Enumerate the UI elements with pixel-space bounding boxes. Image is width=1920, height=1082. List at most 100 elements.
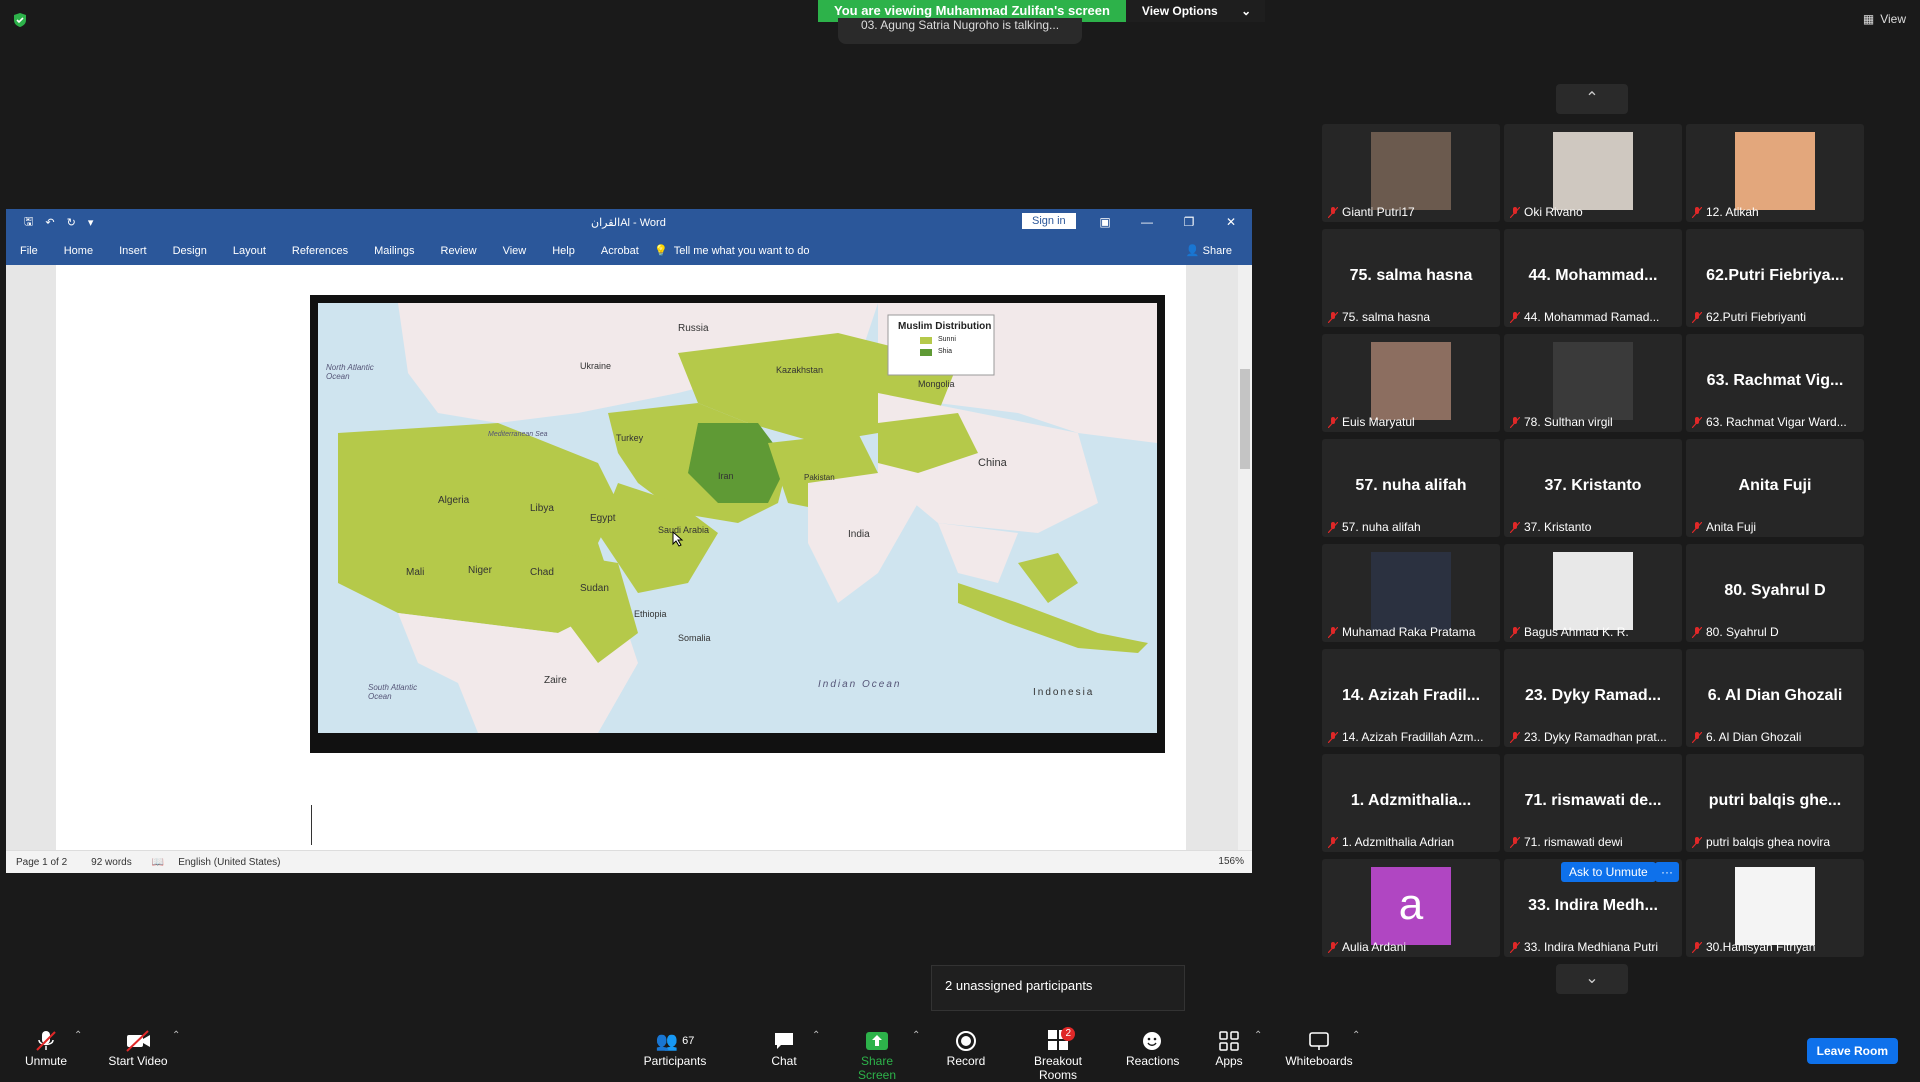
- document-page[interactable]: Muslim Distribution Sunni Shia Russia Ka…: [56, 265, 1186, 851]
- participant-display-name: putri balqis ghe...: [1708, 792, 1842, 809]
- word-count[interactable]: 92 words: [91, 857, 132, 868]
- participant-tile[interactable]: 30.Hanisyah Fitriyah: [1686, 859, 1864, 957]
- minimize-icon[interactable]: —: [1126, 209, 1168, 236]
- participant-name-label: putri balqis ghea novira: [1692, 835, 1830, 849]
- language-label[interactable]: English (United States): [178, 857, 280, 868]
- participant-tile[interactable]: 80. Syahrul D 80. Syahrul D: [1686, 544, 1864, 642]
- gallery-page-up-button[interactable]: ⌃: [1556, 84, 1628, 114]
- ask-to-unmute-button[interactable]: Ask to Unmute: [1561, 862, 1656, 882]
- whiteboards-button[interactable]: Whiteboards: [1284, 1028, 1354, 1068]
- tab-references[interactable]: References: [292, 245, 348, 257]
- record-button[interactable]: Record: [946, 1028, 986, 1068]
- participant-name-label: 78. Sulthan virgil: [1510, 415, 1613, 429]
- participant-display-name: 23. Dyky Ramad...: [1524, 687, 1662, 704]
- participant-tile[interactable]: 6. Al Dian Ghozali 6. Al Dian Ghozali: [1686, 649, 1864, 747]
- participant-tile[interactable]: Anita Fuji Anita Fuji: [1686, 439, 1864, 537]
- chat-button[interactable]: Chat: [766, 1028, 802, 1068]
- apps-options-caret[interactable]: ⌃: [1254, 1030, 1262, 1041]
- participant-name-label: 23. Dyky Ramadhan prat...: [1510, 730, 1667, 744]
- participant-tile[interactable]: 71. rismawati de... 71. rismawati dewi: [1504, 754, 1682, 852]
- participant-tile[interactable]: 57. nuha alifah 57. nuha alifah: [1322, 439, 1500, 537]
- participant-tile[interactable]: Euis Maryatul: [1322, 334, 1500, 432]
- video-thumbnail: [1553, 342, 1633, 420]
- microphone-muted-icon: [1692, 836, 1702, 848]
- map-label: Mali: [406, 567, 425, 578]
- map-label: Chad: [530, 567, 554, 578]
- share-button[interactable]: 👤 Share: [1186, 244, 1232, 257]
- participant-tile[interactable]: 62.Putri Fiebriya... 62.Putri Fiebriyanti: [1686, 229, 1864, 327]
- participant-name: 75. salma hasna: [1342, 310, 1431, 324]
- save-icon[interactable]: 🖫: [24, 213, 33, 232]
- tab-design[interactable]: Design: [173, 245, 207, 257]
- participant-name: 14. Azizah Fradillah Azm...: [1342, 730, 1484, 744]
- undo-icon[interactable]: ↶: [45, 216, 54, 229]
- participants-button[interactable]: 👥 67 Participants: [640, 1028, 710, 1069]
- view-options-button[interactable]: View Options ⌄: [1125, 0, 1266, 22]
- breakout-rooms-button[interactable]: 2 Breakout Rooms: [1014, 1026, 1102, 1082]
- proofing-icon[interactable]: 📖: [152, 857, 164, 868]
- participant-tile[interactable]: 23. Dyky Ramad... 23. Dyky Ramadhan prat.…: [1504, 649, 1682, 747]
- participant-tile[interactable]: 12. Atikah: [1686, 124, 1864, 222]
- participant-name-label: 33. Indira Medhiana Putri: [1510, 940, 1658, 954]
- tab-mailings[interactable]: Mailings: [374, 245, 414, 257]
- microphone-muted-icon: [1692, 521, 1702, 533]
- restore-icon[interactable]: ❐: [1168, 209, 1210, 236]
- reactions-button[interactable]: Reactions: [1126, 1028, 1179, 1068]
- leave-room-button[interactable]: Leave Room: [1806, 1038, 1898, 1064]
- tab-insert[interactable]: Insert: [119, 245, 147, 257]
- map-label: Pakistan: [804, 473, 835, 482]
- whiteboard-options-caret[interactable]: ⌃: [1352, 1030, 1360, 1041]
- participant-tile[interactable]: putri balqis ghe... putri balqis ghea nov…: [1686, 754, 1864, 852]
- participant-tile[interactable]: 1. Adzmithalia... 1. Adzmithalia Adrian: [1322, 754, 1500, 852]
- security-shield-icon[interactable]: [12, 12, 28, 28]
- participant-tile[interactable]: 44. Mohammad... 44. Mohammad Ramad...: [1504, 229, 1682, 327]
- video-thumbnail: [1553, 552, 1633, 630]
- start-video-button[interactable]: Start Video: [106, 1028, 170, 1068]
- tab-view[interactable]: View: [503, 245, 527, 257]
- audio-options-caret[interactable]: ⌃: [74, 1030, 82, 1041]
- sign-in-button[interactable]: Sign in: [1022, 213, 1076, 229]
- tab-acrobat[interactable]: Acrobat: [601, 245, 639, 257]
- view-button[interactable]: ▦ View: [1863, 12, 1906, 26]
- gallery-page-down-button[interactable]: ⌄: [1556, 964, 1628, 994]
- tab-help[interactable]: Help: [552, 245, 575, 257]
- ribbon-display-icon[interactable]: ▣: [1084, 209, 1126, 236]
- participant-tile[interactable]: Oki Rivano: [1504, 124, 1682, 222]
- participant-tile[interactable]: 63. Rachmat Vig... 63. Rachmat Vigar Ward…: [1686, 334, 1864, 432]
- page-count[interactable]: Page 1 of 2: [16, 857, 67, 868]
- vertical-scrollbar[interactable]: [1238, 265, 1252, 851]
- scroll-thumb[interactable]: [1240, 369, 1250, 469]
- share-screen-button[interactable]: Share Screen: [842, 1028, 912, 1082]
- participant-name: 63. Rachmat Vigar Ward...: [1706, 415, 1847, 429]
- legend-item-sunni: Sunni: [938, 336, 956, 343]
- map-label: Libya: [530, 503, 554, 514]
- participant-tile[interactable]: a Aulia Ardani: [1322, 859, 1500, 957]
- participant-tile[interactable]: 37. Kristanto 37. Kristanto: [1504, 439, 1682, 537]
- participant-tile[interactable]: Bagus Ahmad K. R.: [1504, 544, 1682, 642]
- chat-options-caret[interactable]: ⌃: [812, 1030, 820, 1041]
- customize-toolbar-icon[interactable]: ▾: [88, 216, 94, 229]
- participant-tile[interactable]: Muhamad Raka Pratama: [1322, 544, 1500, 642]
- tab-home[interactable]: Home: [64, 245, 93, 257]
- zoom-level[interactable]: 156%: [1218, 856, 1244, 867]
- video-options-caret[interactable]: ⌃: [172, 1030, 180, 1041]
- apps-button[interactable]: Apps: [1214, 1028, 1244, 1068]
- participant-tile[interactable]: Gianti Putri17: [1322, 124, 1500, 222]
- participant-tile[interactable]: 14. Azizah Fradil... 14. Azizah Fradillah…: [1322, 649, 1500, 747]
- more-options-button[interactable]: ···: [1655, 862, 1679, 882]
- share-screen-label: Share Screen: [857, 1054, 897, 1082]
- share-options-caret[interactable]: ⌃: [912, 1030, 920, 1041]
- redo-icon[interactable]: ↻: [67, 216, 76, 229]
- tab-review[interactable]: Review: [441, 245, 477, 257]
- tab-layout[interactable]: Layout: [233, 245, 266, 257]
- unassigned-participants-tooltip[interactable]: 2 unassigned participants: [931, 965, 1185, 1011]
- tab-file[interactable]: File: [20, 245, 38, 257]
- participant-name: 30.Hanisyah Fitriyah: [1706, 940, 1816, 954]
- legend-item-shia: Shia: [938, 348, 953, 355]
- unmute-button[interactable]: Unmute: [22, 1028, 70, 1068]
- participant-tile[interactable]: 78. Sulthan virgil: [1504, 334, 1682, 432]
- tell-me-search[interactable]: 💡 Tell me what you want to do: [654, 244, 809, 258]
- close-icon[interactable]: ✕: [1210, 209, 1252, 236]
- participant-tile[interactable]: 75. salma hasna 75. salma hasna: [1322, 229, 1500, 327]
- participant-name-label: 71. rismawati dewi: [1510, 835, 1623, 849]
